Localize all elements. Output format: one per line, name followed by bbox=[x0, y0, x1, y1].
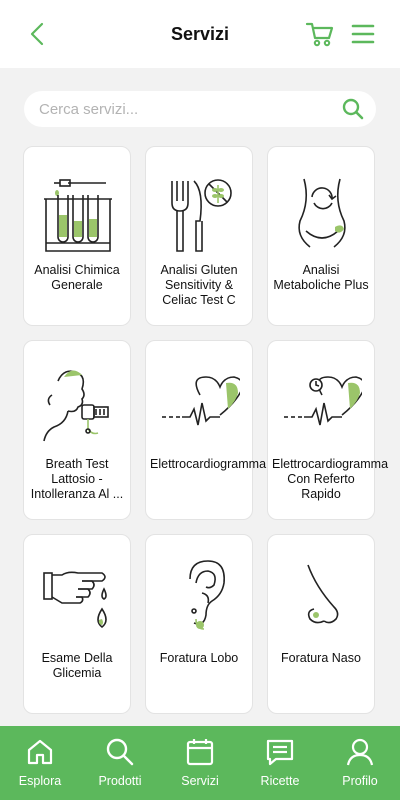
cart-icon[interactable] bbox=[305, 20, 335, 48]
nav-item-esplora[interactable]: Esplora bbox=[4, 726, 76, 800]
service-label: Esame Della Glicemia bbox=[41, 651, 113, 680]
nav-label: Prodotti bbox=[98, 774, 142, 788]
service-card[interactable]: Foratura Lobo bbox=[145, 534, 253, 714]
calendar-icon bbox=[186, 739, 214, 766]
nose-icon bbox=[307, 564, 339, 624]
service-label: Elettrocardiogramma Con Referto Rapido bbox=[272, 457, 389, 501]
search-icon bbox=[106, 738, 134, 766]
service-card[interactable]: Elettrocardiogramma bbox=[145, 340, 267, 520]
service-card[interactable]: Analisi Gluten Sensitivity & Celiac Test… bbox=[145, 146, 253, 326]
nav-item-profilo[interactable]: Profilo bbox=[324, 726, 396, 800]
hamburger-menu-icon[interactable] bbox=[350, 20, 376, 48]
nav-label: Profilo bbox=[342, 774, 378, 788]
gluten-fork-icon bbox=[171, 179, 232, 252]
body-metabolism-icon bbox=[298, 178, 346, 248]
breath-test-icon bbox=[43, 370, 109, 442]
ear-icon bbox=[189, 560, 225, 630]
service-label: Foratura Lobo bbox=[159, 651, 239, 665]
nav-item-prodotti[interactable]: Prodotti bbox=[84, 726, 156, 800]
service-label: Elettrocardiogramma bbox=[150, 457, 267, 471]
nav-item-ricette[interactable]: Ricette bbox=[244, 726, 316, 800]
prescription-icon bbox=[266, 739, 294, 766]
nav-label: Esplora bbox=[18, 774, 62, 788]
search-input[interactable] bbox=[24, 91, 340, 127]
service-label: Analisi Metaboliche Plus bbox=[273, 263, 369, 292]
test-tubes-icon bbox=[44, 179, 112, 252]
heart-ecg-clock-icon bbox=[284, 376, 362, 426]
search-icon[interactable] bbox=[340, 96, 366, 122]
top-bar: Servizi bbox=[0, 0, 400, 68]
nav-label: Ricette bbox=[260, 774, 300, 788]
user-icon bbox=[346, 738, 374, 766]
nav-label: Servizi bbox=[181, 774, 219, 788]
service-card[interactable]: Analisi Metaboliche Plus bbox=[267, 146, 375, 326]
service-label: Analisi Chimica Generale bbox=[34, 263, 120, 292]
service-card[interactable]: Foratura Naso bbox=[267, 534, 375, 714]
service-card[interactable]: Breath Test Lattosio - Intolleranza Al .… bbox=[23, 340, 131, 520]
service-label: Foratura Naso bbox=[281, 651, 361, 665]
service-card[interactable]: Esame Della Glicemia bbox=[23, 534, 131, 714]
back-arrow-icon[interactable] bbox=[24, 20, 52, 48]
service-card[interactable]: Analisi Chimica Generale bbox=[23, 146, 131, 326]
service-card[interactable]: Elettrocardiogramma Con Referto Rapido bbox=[267, 340, 389, 520]
service-label: Breath Test Lattosio - Intolleranza Al .… bbox=[30, 457, 124, 501]
bottom-nav: Esplora Prodotti Servizi Ricette Profilo bbox=[0, 726, 400, 800]
search-bar bbox=[24, 91, 376, 127]
glycemia-finger-icon bbox=[43, 571, 107, 629]
service-label: Analisi Gluten Sensitivity & Celiac Test… bbox=[160, 263, 238, 307]
nav-item-servizi[interactable]: Servizi bbox=[164, 726, 236, 800]
page-title: Servizi bbox=[170, 23, 230, 44]
heart-ecg-icon bbox=[162, 376, 240, 426]
home-icon bbox=[27, 739, 53, 765]
